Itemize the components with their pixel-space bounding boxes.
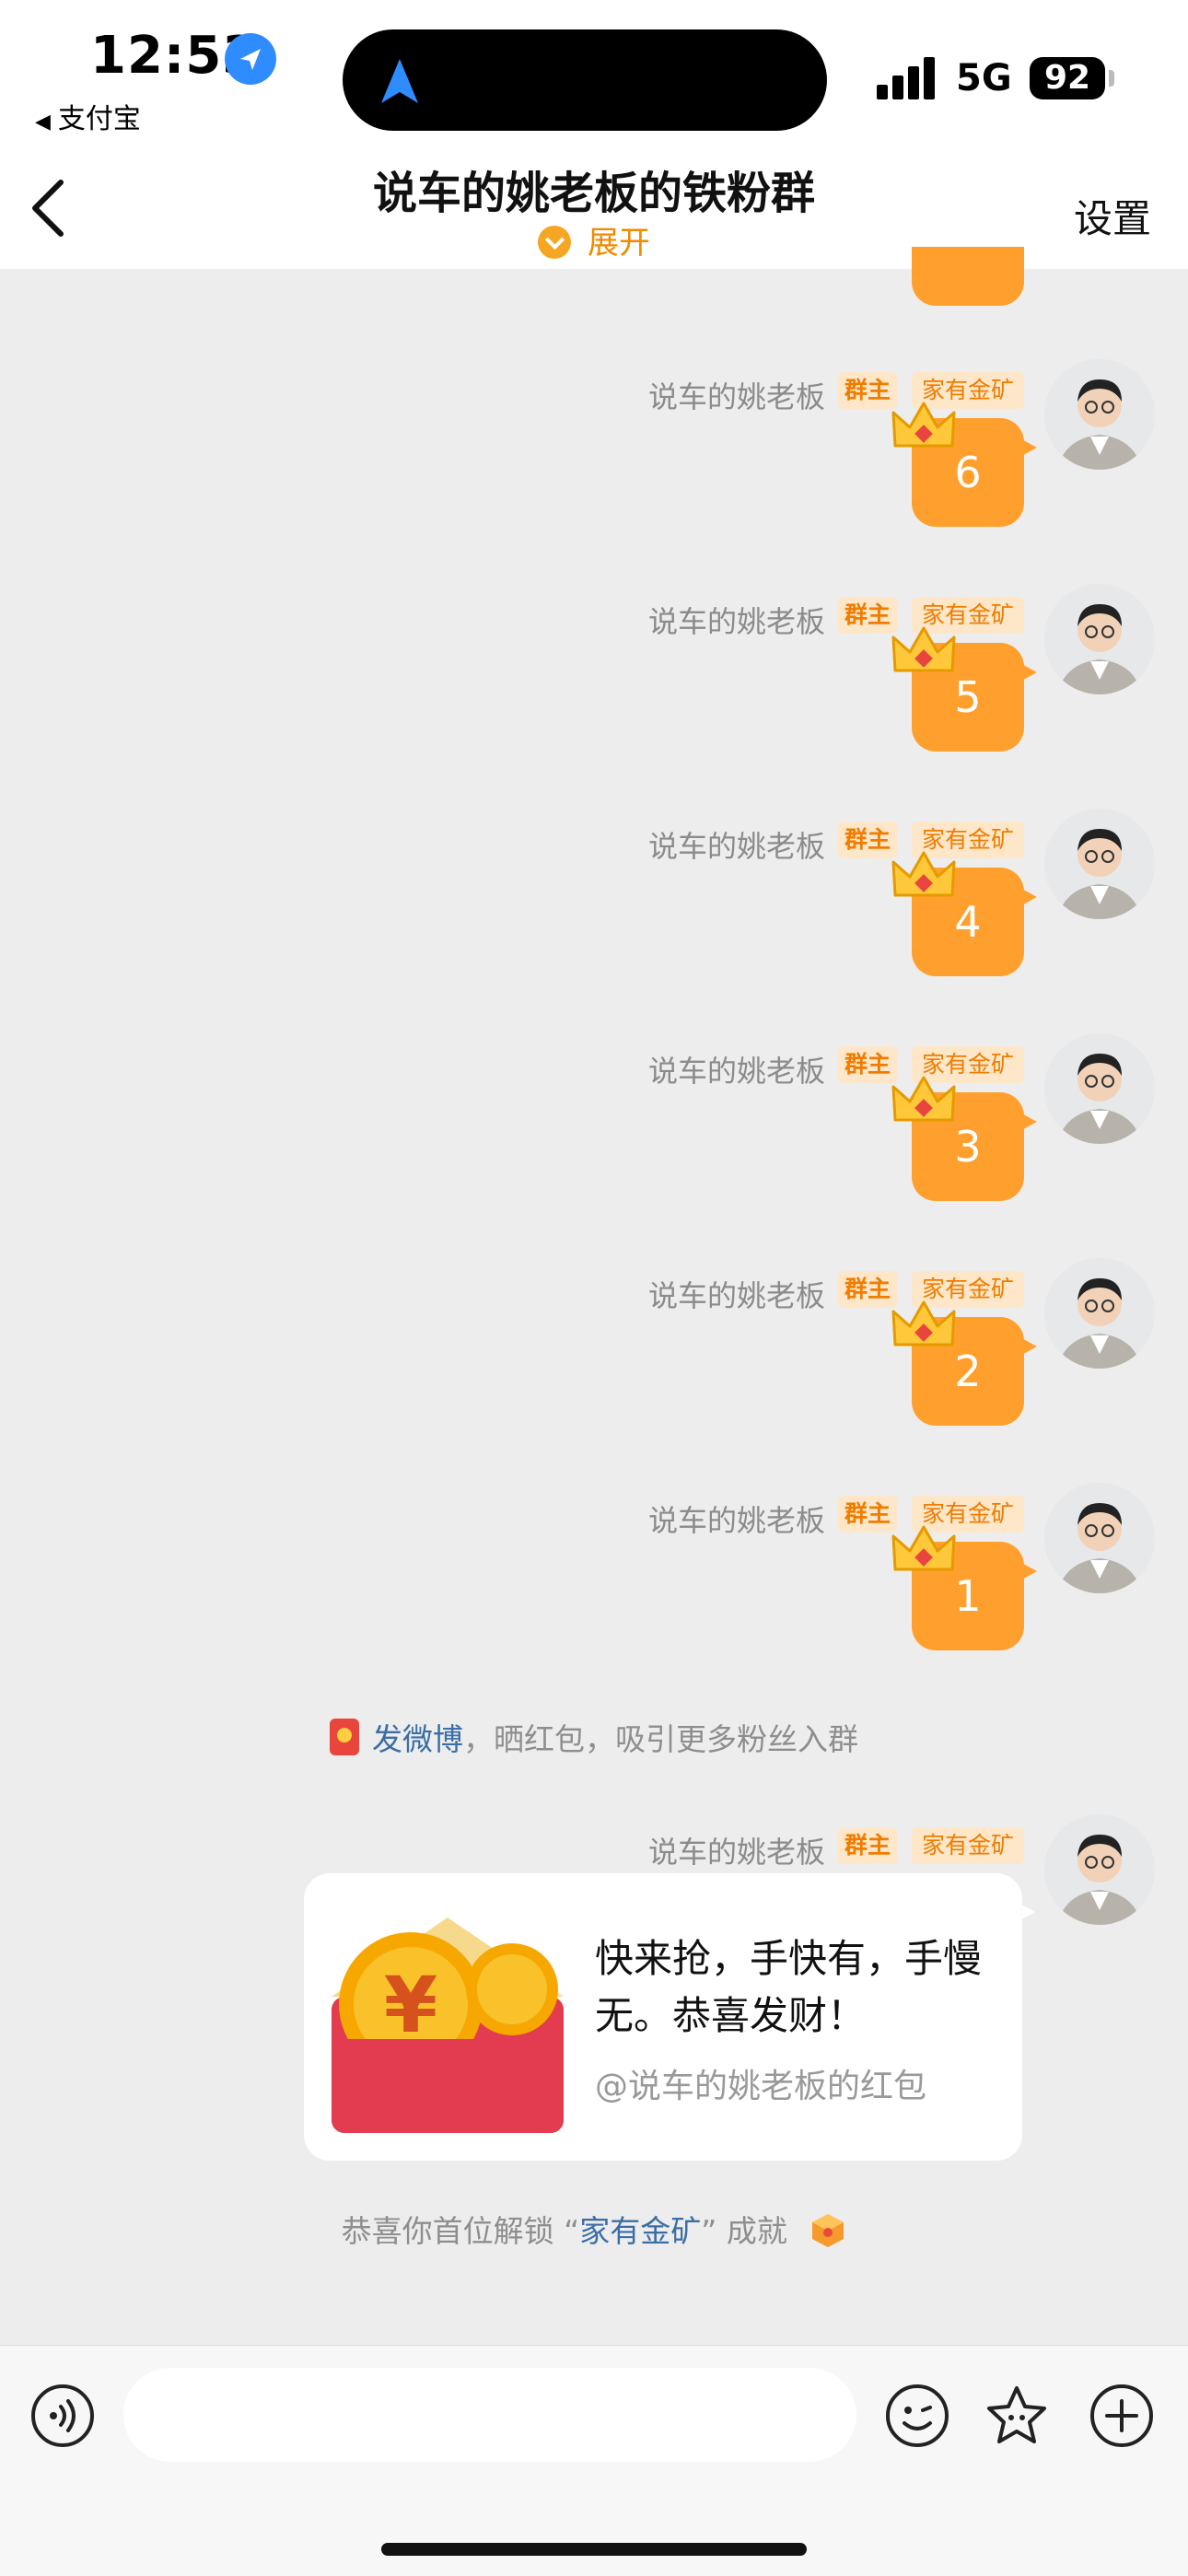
- chat-title: 说车的姚老板的铁粉群: [372, 168, 815, 219]
- voice-icon[interactable]: [29, 2383, 96, 2449]
- dynamic-island: [343, 29, 827, 131]
- avatar[interactable]: [1044, 359, 1155, 470]
- avatar[interactable]: [1044, 1258, 1155, 1369]
- crown-icon: [890, 624, 958, 682]
- avatar[interactable]: [1044, 584, 1155, 694]
- emoji-icon[interactable]: [884, 2383, 950, 2449]
- crown-icon: [890, 849, 958, 906]
- chat-message: 说车的姚老板 群主 家有金矿 2: [0, 1258, 1188, 1461]
- achievement-prefix: 恭喜你首位解锁 “: [341, 2213, 580, 2249]
- achievement-link[interactable]: 家有金矿: [579, 2213, 701, 2249]
- avatar[interactable]: [1044, 1483, 1155, 1593]
- crown-icon: [890, 400, 958, 457]
- sender-name: 说车的姚老板: [647, 829, 825, 864]
- message-bubble-partial[interactable]: [912, 247, 1024, 306]
- role-badge: 群主: [838, 1496, 897, 1533]
- plus-icon[interactable]: [1089, 2383, 1155, 2449]
- avatar[interactable]: [1044, 809, 1155, 919]
- crown-icon: [890, 1074, 958, 1131]
- red-packet-card[interactable]: ¥ 快来抢，手快有，手慢无。恭喜发财！ @说车的姚老板的红包: [304, 1873, 1035, 2161]
- sender-name: 说车的姚老板: [647, 1503, 825, 1538]
- achievement-suffix: ” 成就: [701, 2213, 787, 2249]
- network-label: 5G: [956, 57, 1012, 99]
- crown-icon: [890, 1299, 958, 1356]
- expand-label: 展开: [588, 225, 650, 262]
- sender-name: 说车的姚老板: [647, 1835, 825, 1870]
- role-badge: 群主: [838, 822, 897, 858]
- navigation-arrow-icon: [381, 59, 418, 103]
- signal-icon: [877, 57, 936, 99]
- chat-message: 说车的姚老板 群主 家有金矿 4: [0, 809, 1188, 1011]
- role-badge: 群主: [838, 1827, 897, 1864]
- back-app-label: 支付宝: [57, 103, 141, 135]
- chat-message: 说车的姚老板 群主 家有金矿 5: [0, 584, 1188, 787]
- battery-icon: 92: [1030, 57, 1105, 99]
- weibo-share-notice: 发微博，晒红包，吸引更多粉丝入群: [0, 1715, 1188, 1759]
- role-badge: 群主: [838, 1046, 897, 1083]
- role-badge: 群主: [838, 597, 897, 634]
- red-packet-icon: [330, 1719, 359, 1755]
- red-packet-subtitle: @说车的姚老板的红包: [595, 2068, 927, 2105]
- role-badge: 群主: [838, 372, 897, 409]
- weibo-notice-text: ，晒红包，吸引更多粉丝入群: [463, 1721, 858, 1757]
- crown-icon: [890, 1523, 958, 1580]
- home-indicator: [381, 2543, 807, 2556]
- chevron-down-icon: [538, 226, 571, 259]
- top-bar: 12:53 ◀ 支付宝 5G 92 说车的姚老板的铁粉群 展开 设置: [0, 0, 1188, 269]
- sender-name: 说车的姚老板: [647, 1054, 825, 1089]
- battery-tip: [1109, 70, 1114, 87]
- avatar[interactable]: [1044, 1033, 1155, 1144]
- title-badge: 家有金矿: [912, 1827, 1024, 1864]
- svg-text:¥: ¥: [384, 1960, 437, 2050]
- sender-name: 说车的姚老板: [647, 379, 825, 414]
- red-packet-image-icon: ¥: [332, 1917, 564, 2133]
- chat-message: 说车的姚老板 群主 家有金矿 3: [0, 1033, 1188, 1236]
- red-packet-message: 快来抢，手快有，手慢无。恭喜发财！: [595, 1936, 983, 2038]
- chat-message: 说车的姚老板 群主 家有金矿 1: [0, 1483, 1188, 1685]
- back-to-app-link[interactable]: ◀ 支付宝: [35, 96, 141, 136]
- settings-button[interactable]: 设置: [1074, 188, 1151, 244]
- weibo-share-link[interactable]: 发微博: [372, 1721, 463, 1757]
- sender-name: 说车的姚老板: [647, 604, 825, 639]
- message-input[interactable]: [123, 2368, 856, 2462]
- sender-name: 说车的姚老板: [647, 1278, 825, 1313]
- achievement-notice: 恭喜你首位解锁 “家有金矿” 成就: [0, 2207, 1188, 2251]
- back-triangle-icon: ◀: [35, 111, 51, 134]
- role-badge: 群主: [838, 1271, 897, 1308]
- chat-message: 说车的姚老板 群主 家有金矿 6: [0, 359, 1188, 562]
- avatar[interactable]: [1044, 1814, 1155, 1925]
- location-icon: [225, 33, 276, 85]
- achievement-box-icon: [812, 2214, 844, 2247]
- sticker-icon[interactable]: [984, 2383, 1050, 2449]
- input-bar: [0, 2345, 1188, 2576]
